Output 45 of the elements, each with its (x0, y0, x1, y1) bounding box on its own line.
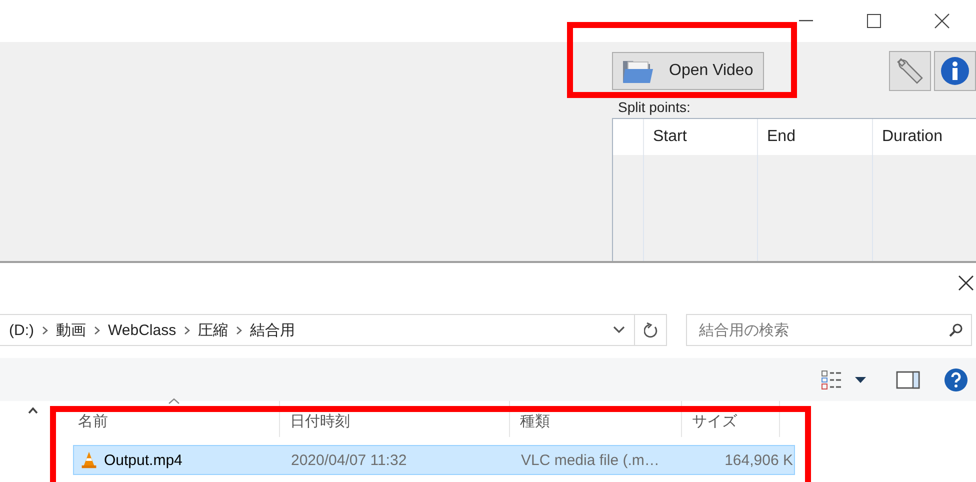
file-date: 2020/04/07 11:32 (290, 452, 408, 468)
view-options-button[interactable] (821, 370, 866, 390)
info-button[interactable] (934, 51, 976, 91)
column-header[interactable]: サイズ (682, 401, 780, 437)
breadcrumb-item[interactable]: 圧縮 (198, 320, 228, 340)
column-header[interactable]: 名前 (50, 401, 280, 437)
search-icon (949, 323, 963, 337)
caret-down-icon (855, 376, 866, 382)
minimize-icon (799, 20, 813, 22)
breadcrumb-item[interactable]: 結合用 (250, 320, 296, 340)
open-video-button[interactable]: Open Video (612, 52, 764, 90)
close-button[interactable] (958, 275, 974, 291)
chevron-right-icon (42, 326, 48, 334)
file-type: VLC media file (.m… (520, 452, 660, 468)
column-header[interactable]: End (757, 119, 872, 155)
breadcrumb-item[interactable]: 動画 (56, 320, 86, 340)
collapse-icon[interactable] (28, 407, 38, 414)
column-header[interactable]: Start (643, 119, 757, 155)
chevron-right-icon (236, 326, 242, 334)
traffic-cone-icon (80, 451, 98, 469)
wrench-icon (895, 56, 925, 86)
sort-caret-icon (168, 398, 180, 404)
settings-button[interactable] (889, 51, 931, 91)
refresh-icon (644, 322, 658, 338)
search-field[interactable]: 結合用の検索 (686, 314, 972, 346)
breadcrumb-item[interactable]: WebClass (108, 322, 176, 338)
column-header[interactable]: 日付時刻 (280, 401, 510, 437)
pane-icon (896, 370, 920, 388)
details-view-icon (821, 370, 843, 390)
info-icon (940, 56, 970, 86)
maximize-icon (867, 14, 881, 28)
column-header[interactable]: Duration (872, 119, 976, 155)
close-icon (934, 13, 950, 29)
chevron-right-icon (94, 326, 100, 334)
preview-pane-button[interactable] (896, 370, 920, 388)
file-name: Output.mp4 (104, 452, 182, 468)
column-header[interactable]: 種類 (510, 401, 682, 437)
split-points-label: Split points: (618, 100, 692, 114)
help-icon (944, 368, 968, 392)
chevron-right-icon (184, 326, 190, 334)
breadcrumb-item[interactable]: (D:) (9, 322, 34, 338)
address-bar[interactable]: (D:) 動画 WebClass 圧縮 結合用 (0, 314, 667, 346)
file-size: 164,906 K (724, 452, 793, 468)
chevron-down-icon (613, 326, 625, 334)
file-row[interactable]: Output.mp4 2020/04/07 11:32 VLC media file (.m… 164,906 K (73, 445, 795, 475)
